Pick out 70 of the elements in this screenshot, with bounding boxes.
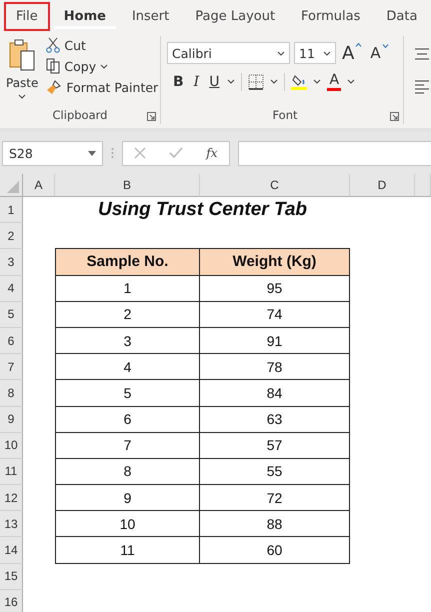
font-color-button[interactable]: A — [327, 72, 342, 91]
caret-icon — [227, 79, 236, 84]
row-header[interactable]: 13 — [0, 511, 23, 538]
row-header[interactable]: 16 — [0, 590, 23, 612]
name-box[interactable]: S28 — [2, 140, 103, 166]
caret-icon — [270, 79, 278, 84]
row-header[interactable]: 2 — [0, 223, 23, 250]
ribbon-tab[interactable]: Insert — [120, 2, 182, 30]
formula-input-field[interactable] — [238, 140, 431, 166]
table-cell: 60 — [199, 536, 350, 564]
row-header[interactable]: 3 — [0, 249, 23, 276]
row-header[interactable]: 6 — [0, 328, 23, 354]
paste-button[interactable]: Paste — [0, 36, 44, 106]
fill-color-icon[interactable] — [291, 73, 308, 90]
group-label: Clipboard — [52, 108, 108, 122]
row-header[interactable]: 4 — [0, 276, 23, 302]
ribbon-tab[interactable]: File — [4, 2, 50, 30]
row-header[interactable]: 1 — [0, 197, 23, 224]
dialog-launcher-icon[interactable] — [147, 112, 156, 121]
grip-icon — [111, 147, 114, 159]
caret-icon — [347, 79, 356, 84]
row-header[interactable]: 9 — [0, 406, 23, 433]
column-header[interactable]: C — [200, 174, 350, 197]
copy-button[interactable]: Copy — [44, 57, 160, 75]
sheet-title: Using Trust Center Tab — [96, 198, 308, 222]
ribbon-tab[interactable]: Page Layout — [183, 2, 288, 30]
borders-icon[interactable] — [248, 74, 264, 90]
caret-icon — [18, 94, 26, 99]
caret-icon — [323, 50, 331, 56]
underline-button[interactable]: U — [207, 74, 222, 90]
checkmark-icon[interactable] — [169, 147, 184, 159]
dropdown-arrow-icon — [88, 150, 96, 156]
decrease-font-size-button[interactable]: A — [368, 44, 391, 62]
table-cell: 11 — [55, 536, 200, 564]
table-header-cell: Sample No. — [55, 248, 200, 276]
down-caret-icon — [382, 44, 389, 48]
italic-button[interactable]: I — [192, 74, 202, 90]
font-size-dropdown[interactable]: 11 — [294, 42, 336, 64]
caret-icon — [277, 50, 285, 56]
ribbon-tab[interactable]: Data — [374, 2, 430, 30]
scissors-icon — [46, 37, 60, 53]
row-header[interactable]: 14 — [0, 537, 23, 564]
font-name-dropdown[interactable]: Calibri — [167, 42, 290, 64]
row-header[interactable]: 12 — [0, 485, 23, 512]
clipboard-icon — [8, 38, 36, 72]
align-top-icon[interactable] — [414, 48, 430, 60]
up-caret-icon — [355, 42, 362, 46]
row-header[interactable]: 5 — [0, 302, 23, 328]
increase-font-size-button[interactable]: A — [340, 42, 364, 64]
column-header[interactable]: D — [350, 174, 415, 197]
bold-button[interactable]: B — [171, 74, 186, 90]
cut-button[interactable]: Cut — [44, 36, 160, 54]
paintbrush-icon — [46, 79, 62, 95]
row-header[interactable]: 7 — [0, 354, 23, 380]
group-label: Font — [272, 108, 298, 122]
table-header-cell: Weight (Kg) — [199, 248, 350, 276]
column-header[interactable]: A — [23, 174, 55, 197]
column-header[interactable]: B — [55, 174, 200, 197]
dialog-launcher-icon[interactable] — [390, 112, 399, 121]
ribbon-tab[interactable]: Formulas — [289, 2, 372, 30]
row-header[interactable]: 8 — [0, 380, 23, 406]
format-painter-button[interactable]: Format Painter — [44, 78, 160, 96]
row-header[interactable]: 11 — [0, 458, 23, 486]
insert-function-button[interactable]: fx — [206, 146, 218, 160]
copy-icon — [46, 58, 60, 74]
row-header[interactable]: 10 — [0, 432, 23, 459]
caret-icon — [313, 79, 322, 84]
caret-icon — [100, 64, 108, 68]
row-header[interactable]: 15 — [0, 564, 23, 590]
align-left-icon[interactable] — [414, 80, 430, 94]
